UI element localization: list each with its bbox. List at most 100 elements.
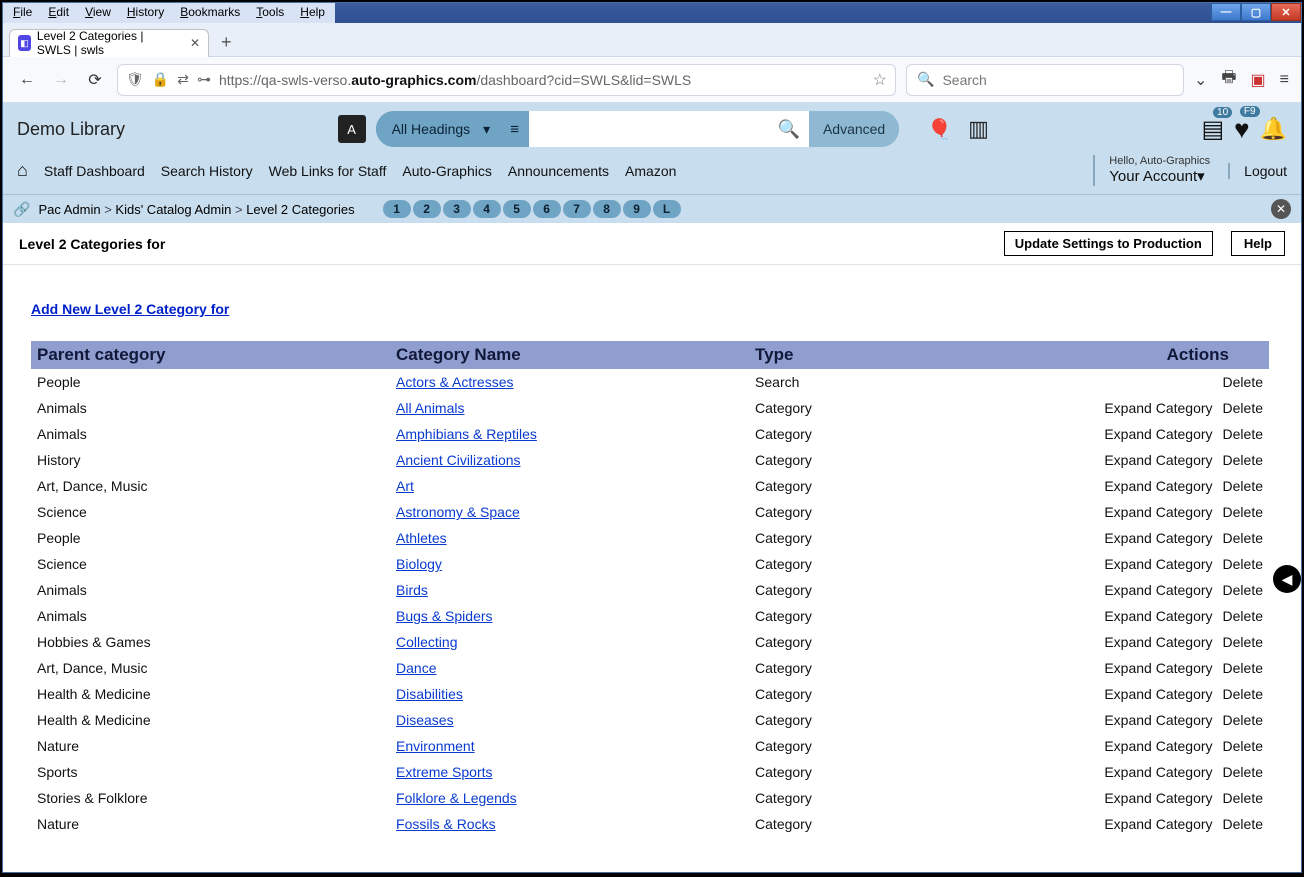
nav-item[interactable]: Amazon — [625, 163, 676, 179]
delete-link[interactable]: Delete — [1223, 374, 1263, 390]
delete-link[interactable]: Delete — [1223, 790, 1263, 806]
expand-category-link[interactable]: Expand Category — [1104, 452, 1212, 468]
nav-item[interactable]: Announcements — [508, 163, 609, 179]
page-button[interactable]: 1 — [383, 200, 411, 218]
category-link[interactable]: Biology — [396, 556, 442, 572]
page-button[interactable]: 3 — [443, 200, 471, 218]
pocket-icon[interactable]: ⌄ — [1194, 70, 1207, 90]
category-link[interactable]: Amphibians & Reptiles — [396, 426, 537, 442]
delete-link[interactable]: Delete — [1223, 660, 1263, 676]
category-link[interactable]: Disabilities — [396, 686, 463, 702]
delete-link[interactable]: Delete — [1223, 608, 1263, 624]
delete-link[interactable]: Delete — [1223, 582, 1263, 598]
page-button[interactable]: 5 — [503, 200, 531, 218]
account-menu[interactable]: Hello, Auto-Graphics Your Account▾ — [1093, 155, 1210, 186]
delete-link[interactable]: Delete — [1223, 530, 1263, 546]
category-link[interactable]: Extreme Sports — [396, 764, 492, 780]
nav-item[interactable]: Auto-Graphics — [402, 163, 491, 179]
delete-link[interactable]: Delete — [1223, 738, 1263, 754]
url-bar[interactable]: 🛡 🔒 ⇄ ⊶ https://qa-swls-verso.auto-graph… — [117, 64, 896, 96]
category-link[interactable]: All Animals — [396, 400, 464, 416]
nav-item[interactable]: Web Links for Staff — [269, 163, 387, 179]
nav-item[interactable]: Staff Dashboard — [44, 163, 145, 179]
expand-category-link[interactable]: Expand Category — [1104, 816, 1212, 832]
expand-category-link[interactable]: Expand Category — [1104, 764, 1212, 780]
delete-link[interactable]: Delete — [1223, 426, 1263, 442]
delete-link[interactable]: Delete — [1223, 764, 1263, 780]
expand-category-link[interactable]: Expand Category — [1104, 634, 1212, 650]
expand-category-link[interactable]: Expand Category — [1104, 478, 1212, 494]
delete-link[interactable]: Delete — [1223, 400, 1263, 416]
breadcrumb-item[interactable]: Kids' Catalog Admin — [115, 202, 231, 217]
language-icon[interactable]: A — [338, 115, 366, 143]
expand-category-link[interactable]: Expand Category — [1104, 400, 1212, 416]
headings-dropdown[interactable]: All Headings — [376, 111, 501, 147]
list-icon[interactable]: ▤10 — [1201, 115, 1224, 144]
logout-link[interactable]: Logout — [1228, 163, 1287, 179]
expand-category-link[interactable]: Expand Category — [1104, 660, 1212, 676]
window-close[interactable]: ✕ — [1271, 3, 1301, 21]
barcode-icon[interactable]: ▥ — [968, 116, 989, 142]
help-button[interactable]: Help — [1231, 231, 1285, 256]
permissions-icon[interactable]: ⇄ — [177, 71, 189, 88]
advanced-search-button[interactable]: Advanced — [809, 111, 899, 147]
expand-category-link[interactable]: Expand Category — [1104, 738, 1212, 754]
expand-category-link[interactable]: Expand Category — [1104, 712, 1212, 728]
expand-category-link[interactable]: Expand Category — [1104, 426, 1212, 442]
category-link[interactable]: Bugs & Spiders — [396, 608, 493, 624]
delete-link[interactable]: Delete — [1223, 504, 1263, 520]
notifications-icon[interactable]: 🔔 — [1260, 116, 1287, 142]
home-icon[interactable]: ⌂ — [17, 160, 28, 181]
expand-category-link[interactable]: Expand Category — [1104, 504, 1212, 520]
os-menu-item[interactable]: File — [7, 5, 38, 21]
delete-link[interactable]: Delete — [1223, 686, 1263, 702]
expand-category-link[interactable]: Expand Category — [1104, 686, 1212, 702]
delete-link[interactable]: Delete — [1223, 556, 1263, 572]
nav-back-icon[interactable]: ← — [15, 71, 39, 89]
tab-close-icon[interactable]: ✕ — [190, 36, 200, 50]
bookmark-star-icon[interactable]: ☆ — [873, 70, 887, 90]
favorites-icon[interactable]: ♥F9 — [1234, 114, 1249, 145]
category-link[interactable]: Athletes — [396, 530, 447, 546]
page-button[interactable]: 8 — [593, 200, 621, 218]
expand-category-link[interactable]: Expand Category — [1104, 608, 1212, 624]
key-icon[interactable]: ⊶ — [197, 71, 211, 88]
expand-category-link[interactable]: Expand Category — [1104, 556, 1212, 572]
category-link[interactable]: Birds — [396, 582, 428, 598]
delete-link[interactable]: Delete — [1223, 712, 1263, 728]
extension-icon[interactable]: ▣ — [1251, 70, 1266, 90]
catalog-search-button[interactable]: 🔍 — [769, 111, 809, 147]
database-icon[interactable]: ≡ — [500, 121, 529, 138]
category-link[interactable]: Folklore & Legends — [396, 790, 517, 806]
category-link[interactable]: Fossils & Rocks — [396, 816, 496, 832]
catalog-search-input[interactable] — [529, 111, 769, 147]
page-button[interactable]: 6 — [533, 200, 561, 218]
category-link[interactable]: Environment — [396, 738, 475, 754]
window-minimize[interactable]: — — [1211, 3, 1241, 21]
os-menu-item[interactable]: Help — [294, 5, 331, 21]
page-button[interactable]: 7 — [563, 200, 591, 218]
os-menu-item[interactable]: Tools — [250, 5, 290, 21]
category-link[interactable]: Astronomy & Space — [396, 504, 520, 520]
os-menu-item[interactable]: History — [121, 5, 170, 21]
os-menu-item[interactable]: View — [79, 5, 117, 21]
shield-icon[interactable]: 🛡 — [126, 71, 144, 88]
window-maximize[interactable]: ▢ — [1241, 3, 1271, 21]
page-button[interactable]: L — [653, 200, 681, 218]
delete-link[interactable]: Delete — [1223, 478, 1263, 494]
breadcrumb-item[interactable]: Pac Admin — [38, 202, 100, 217]
print-icon[interactable]: 🖶 — [1221, 66, 1236, 93]
add-new-category-link[interactable]: Add New Level 2 Category for — [31, 301, 229, 317]
category-link[interactable]: Diseases — [396, 712, 454, 728]
nav-item[interactable]: Search History — [161, 163, 253, 179]
page-button[interactable]: 2 — [413, 200, 441, 218]
category-link[interactable]: Ancient Civilizations — [396, 452, 521, 468]
browser-tab[interactable]: ◧ Level 2 Categories | SWLS | swls ✕ — [9, 29, 209, 57]
page-button[interactable]: 4 — [473, 200, 501, 218]
delete-link[interactable]: Delete — [1223, 452, 1263, 468]
content-scroll[interactable]: Add New Level 2 Category for Parent cate… — [3, 265, 1285, 872]
os-menu-item[interactable]: Bookmarks — [174, 5, 246, 21]
expand-category-link[interactable]: Expand Category — [1104, 530, 1212, 546]
menu-icon[interactable]: ≡ — [1280, 71, 1289, 89]
balloon-icon[interactable]: 🎈 — [927, 117, 952, 142]
